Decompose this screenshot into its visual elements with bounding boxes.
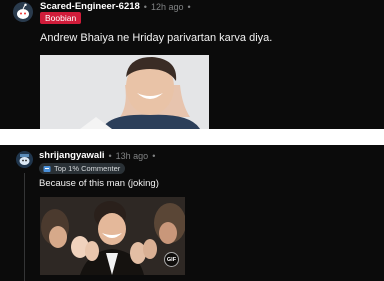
separator-dot: • — [152, 150, 156, 161]
smiling-man-image — [40, 55, 209, 129]
clapping-crowd-gif — [40, 197, 185, 275]
gif-badge: GIF — [164, 252, 179, 267]
comment-text: Andrew Bhaiya ne Hriday parivartan karva… — [40, 32, 273, 44]
separator-dot: • — [187, 1, 191, 12]
username[interactable]: shrijangyawali — [39, 150, 104, 161]
section-divider — [0, 129, 384, 145]
flair-label: Top 1% Commenter — [54, 164, 121, 173]
separator-dot: • — [143, 1, 147, 12]
comment-card-1: Scared-Engineer-6218 • 12h ago • Boobian… — [0, 0, 384, 129]
comment-image[interactable] — [40, 55, 209, 129]
snoo-avatar-icon — [13, 2, 33, 22]
flair-badge-icon — [43, 165, 51, 172]
timestamp: 13h ago — [115, 150, 149, 161]
user-avatar[interactable] — [16, 151, 33, 168]
snoo-avatar-icon — [16, 151, 33, 168]
comment-meta: shrijangyawali • 13h ago • — [39, 150, 155, 161]
separator-dot: • — [108, 150, 112, 161]
user-flair: Boobian — [40, 12, 82, 24]
comment-text: Because of this man (joking) — [39, 178, 159, 189]
username[interactable]: Scared-Engineer-6218 — [40, 1, 140, 12]
user-flair: Top 1% Commenter — [39, 163, 126, 174]
thread-line[interactable] — [24, 173, 25, 281]
user-avatar[interactable] — [13, 2, 33, 22]
comment-gif[interactable]: GIF — [40, 197, 185, 275]
comment-meta: Scared-Engineer-6218 • 12h ago • — [40, 1, 191, 12]
timestamp: 12h ago — [150, 1, 184, 12]
comment-card-2: shrijangyawali • 13h ago • Top 1% Commen… — [0, 145, 384, 281]
